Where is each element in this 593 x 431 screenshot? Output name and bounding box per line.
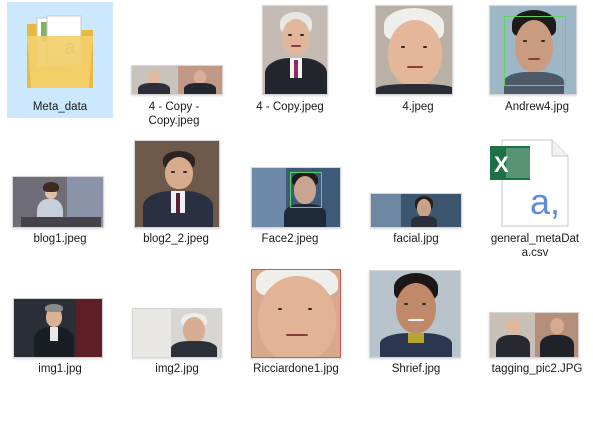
file-ricciardone1[interactable]: Ricciardone1.jpg — [243, 264, 349, 380]
folder-icon: a — [7, 2, 113, 98]
image-thumbnail — [489, 312, 579, 358]
svg-text:a,: a, — [530, 181, 560, 222]
image-thumbnail — [251, 167, 341, 228]
image-thumbnail — [131, 65, 223, 95]
file-name: img2.jpg — [155, 363, 199, 375]
image-thumbnail — [12, 176, 104, 228]
file-img2[interactable]: img2.jpg — [124, 264, 230, 380]
file-name: img1.jpg — [38, 363, 82, 375]
file-blog1[interactable]: blog1.jpeg — [7, 134, 113, 250]
file-name: Meta_data — [32, 101, 88, 113]
file-4-copy[interactable]: 4 - Copy.jpeg — [237, 2, 343, 118]
image-thumbnail — [132, 308, 222, 358]
file-tagging-pic2[interactable]: tagging_pic2.JPG — [484, 264, 590, 380]
file-name: Face2.jpeg — [261, 233, 319, 245]
image-thumbnail — [262, 5, 328, 95]
image-thumbnail — [134, 140, 220, 228]
file-name: general_metaDat a.csv — [490, 233, 580, 259]
file-shrief[interactable]: Shrief.jpg — [363, 264, 469, 380]
svg-text:X: X — [494, 152, 509, 177]
file-name: 4 - Copy - Copy.jpeg — [148, 101, 200, 127]
file-general-metadata-csv[interactable]: X a, general_metaDat a.csv — [482, 134, 588, 259]
file-4[interactable]: 4.jpeg — [365, 2, 471, 118]
file-andrew4[interactable]: Andrew4.jpg — [484, 2, 590, 118]
file-facial[interactable]: facial.jpg — [363, 134, 469, 250]
file-name: 4 - Copy.jpeg — [256, 101, 324, 113]
file-name: 4.jpeg — [402, 101, 434, 113]
image-thumbnail — [375, 5, 453, 95]
image-thumbnail — [370, 193, 462, 228]
file-name: Shrief.jpg — [391, 363, 441, 375]
image-thumbnail — [13, 298, 103, 358]
image-thumbnail — [251, 269, 341, 358]
file-name: Andrew4.jpg — [505, 101, 569, 113]
file-blog2-2[interactable]: blog2_2.jpeg — [123, 134, 229, 250]
file-face2[interactable]: Face2.jpeg — [237, 134, 343, 250]
file-name: blog2_2.jpeg — [143, 233, 209, 245]
excel-csv-icon: X a, — [482, 134, 588, 230]
file-name: facial.jpg — [393, 233, 439, 245]
image-thumbnail — [369, 270, 461, 358]
file-meta-data-folder[interactable]: a Meta_data — [7, 2, 113, 118]
file-4-copy-copy[interactable]: 4 - Copy - Copy.jpeg — [121, 2, 227, 127]
image-thumbnail — [489, 5, 577, 95]
file-name: Ricciardone1.jpg — [253, 363, 339, 375]
file-name: tagging_pic2.JPG — [491, 363, 583, 375]
file-name: blog1.jpeg — [33, 233, 87, 245]
file-img1[interactable]: img1.jpg — [7, 264, 113, 380]
